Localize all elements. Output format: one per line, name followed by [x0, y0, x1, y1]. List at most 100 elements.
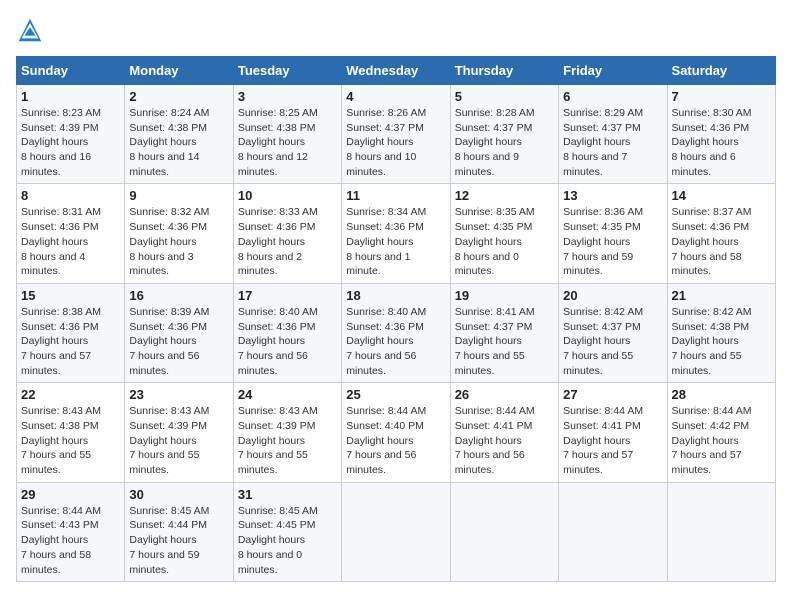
day-detail: Sunrise: 8:45 AMSunset: 4:44 PMDaylight … [129, 505, 209, 576]
day-number: 25 [346, 387, 445, 402]
day-number: 2 [129, 89, 228, 104]
day-detail: Sunrise: 8:40 AMSunset: 4:36 PMDaylight … [238, 306, 318, 377]
day-detail: Sunrise: 8:44 AMSunset: 4:41 PMDaylight … [563, 405, 643, 476]
calendar-cell: 1 Sunrise: 8:23 AMSunset: 4:39 PMDayligh… [17, 85, 125, 184]
calendar-cell [450, 482, 558, 581]
calendar-cell: 14 Sunrise: 8:37 AMSunset: 4:36 PMDaylig… [667, 184, 775, 283]
calendar-cell: 12 Sunrise: 8:35 AMSunset: 4:35 PMDaylig… [450, 184, 558, 283]
day-number: 7 [672, 89, 771, 104]
day-number: 19 [455, 288, 554, 303]
day-detail: Sunrise: 8:45 AMSunset: 4:45 PMDaylight … [238, 505, 318, 576]
day-number: 20 [563, 288, 662, 303]
calendar-cell: 18 Sunrise: 8:40 AMSunset: 4:36 PMDaylig… [342, 283, 450, 382]
day-detail: Sunrise: 8:42 AMSunset: 4:38 PMDaylight … [672, 306, 752, 377]
calendar-cell: 31 Sunrise: 8:45 AMSunset: 4:45 PMDaylig… [233, 482, 341, 581]
day-detail: Sunrise: 8:42 AMSunset: 4:37 PMDaylight … [563, 306, 643, 377]
day-detail: Sunrise: 8:31 AMSunset: 4:36 PMDaylight … [21, 206, 101, 277]
day-number: 26 [455, 387, 554, 402]
weekday-header-monday: Monday [125, 57, 233, 85]
calendar-week-5: 29 Sunrise: 8:44 AMSunset: 4:43 PMDaylig… [17, 482, 776, 581]
calendar-table: SundayMondayTuesdayWednesdayThursdayFrid… [16, 56, 776, 582]
weekday-header-tuesday: Tuesday [233, 57, 341, 85]
day-detail: Sunrise: 8:33 AMSunset: 4:36 PMDaylight … [238, 206, 318, 277]
day-detail: Sunrise: 8:43 AMSunset: 4:39 PMDaylight … [129, 405, 209, 476]
day-detail: Sunrise: 8:28 AMSunset: 4:37 PMDaylight … [455, 107, 535, 178]
day-number: 23 [129, 387, 228, 402]
calendar-cell: 8 Sunrise: 8:31 AMSunset: 4:36 PMDayligh… [17, 184, 125, 283]
calendar-cell: 5 Sunrise: 8:28 AMSunset: 4:37 PMDayligh… [450, 85, 558, 184]
calendar-cell: 4 Sunrise: 8:26 AMSunset: 4:37 PMDayligh… [342, 85, 450, 184]
calendar-week-1: 1 Sunrise: 8:23 AMSunset: 4:39 PMDayligh… [17, 85, 776, 184]
weekday-header-friday: Friday [559, 57, 667, 85]
day-number: 14 [672, 188, 771, 203]
day-number: 3 [238, 89, 337, 104]
calendar-cell: 17 Sunrise: 8:40 AMSunset: 4:36 PMDaylig… [233, 283, 341, 382]
day-number: 29 [21, 487, 120, 502]
day-number: 28 [672, 387, 771, 402]
day-number: 4 [346, 89, 445, 104]
day-detail: Sunrise: 8:23 AMSunset: 4:39 PMDaylight … [21, 107, 101, 178]
calendar-cell: 19 Sunrise: 8:41 AMSunset: 4:37 PMDaylig… [450, 283, 558, 382]
day-number: 27 [563, 387, 662, 402]
day-detail: Sunrise: 8:39 AMSunset: 4:36 PMDaylight … [129, 306, 209, 377]
day-detail: Sunrise: 8:35 AMSunset: 4:35 PMDaylight … [455, 206, 535, 277]
calendar-cell: 7 Sunrise: 8:30 AMSunset: 4:36 PMDayligh… [667, 85, 775, 184]
day-number: 11 [346, 188, 445, 203]
weekday-header-sunday: Sunday [17, 57, 125, 85]
day-detail: Sunrise: 8:26 AMSunset: 4:37 PMDaylight … [346, 107, 426, 178]
day-number: 15 [21, 288, 120, 303]
day-detail: Sunrise: 8:34 AMSunset: 4:36 PMDaylight … [346, 206, 426, 277]
calendar-cell: 15 Sunrise: 8:38 AMSunset: 4:36 PMDaylig… [17, 283, 125, 382]
calendar-cell: 11 Sunrise: 8:34 AMSunset: 4:36 PMDaylig… [342, 184, 450, 283]
day-detail: Sunrise: 8:25 AMSunset: 4:38 PMDaylight … [238, 107, 318, 178]
calendar-cell: 24 Sunrise: 8:43 AMSunset: 4:39 PMDaylig… [233, 383, 341, 482]
calendar-cell [342, 482, 450, 581]
day-detail: Sunrise: 8:41 AMSunset: 4:37 PMDaylight … [455, 306, 535, 377]
calendar-cell: 20 Sunrise: 8:42 AMSunset: 4:37 PMDaylig… [559, 283, 667, 382]
day-detail: Sunrise: 8:44 AMSunset: 4:41 PMDaylight … [455, 405, 535, 476]
day-number: 31 [238, 487, 337, 502]
logo [16, 16, 48, 44]
weekday-header-row: SundayMondayTuesdayWednesdayThursdayFrid… [17, 57, 776, 85]
calendar-cell: 3 Sunrise: 8:25 AMSunset: 4:38 PMDayligh… [233, 85, 341, 184]
calendar-cell: 30 Sunrise: 8:45 AMSunset: 4:44 PMDaylig… [125, 482, 233, 581]
day-detail: Sunrise: 8:37 AMSunset: 4:36 PMDaylight … [672, 206, 752, 277]
day-detail: Sunrise: 8:43 AMSunset: 4:38 PMDaylight … [21, 405, 101, 476]
day-detail: Sunrise: 8:40 AMSunset: 4:36 PMDaylight … [346, 306, 426, 377]
day-number: 18 [346, 288, 445, 303]
calendar-cell [667, 482, 775, 581]
day-number: 12 [455, 188, 554, 203]
day-detail: Sunrise: 8:29 AMSunset: 4:37 PMDaylight … [563, 107, 643, 178]
day-number: 10 [238, 188, 337, 203]
calendar-week-4: 22 Sunrise: 8:43 AMSunset: 4:38 PMDaylig… [17, 383, 776, 482]
calendar-cell: 28 Sunrise: 8:44 AMSunset: 4:42 PMDaylig… [667, 383, 775, 482]
day-number: 6 [563, 89, 662, 104]
calendar-cell: 25 Sunrise: 8:44 AMSunset: 4:40 PMDaylig… [342, 383, 450, 482]
day-detail: Sunrise: 8:38 AMSunset: 4:36 PMDaylight … [21, 306, 101, 377]
day-detail: Sunrise: 8:32 AMSunset: 4:36 PMDaylight … [129, 206, 209, 277]
day-number: 16 [129, 288, 228, 303]
calendar-cell: 16 Sunrise: 8:39 AMSunset: 4:36 PMDaylig… [125, 283, 233, 382]
day-number: 1 [21, 89, 120, 104]
day-detail: Sunrise: 8:43 AMSunset: 4:39 PMDaylight … [238, 405, 318, 476]
calendar-cell: 27 Sunrise: 8:44 AMSunset: 4:41 PMDaylig… [559, 383, 667, 482]
calendar-cell: 13 Sunrise: 8:36 AMSunset: 4:35 PMDaylig… [559, 184, 667, 283]
calendar-cell: 6 Sunrise: 8:29 AMSunset: 4:37 PMDayligh… [559, 85, 667, 184]
calendar-cell [559, 482, 667, 581]
weekday-header-saturday: Saturday [667, 57, 775, 85]
day-number: 13 [563, 188, 662, 203]
weekday-header-wednesday: Wednesday [342, 57, 450, 85]
calendar-cell: 2 Sunrise: 8:24 AMSunset: 4:38 PMDayligh… [125, 85, 233, 184]
day-number: 30 [129, 487, 228, 502]
calendar-week-2: 8 Sunrise: 8:31 AMSunset: 4:36 PMDayligh… [17, 184, 776, 283]
day-number: 21 [672, 288, 771, 303]
calendar-cell: 23 Sunrise: 8:43 AMSunset: 4:39 PMDaylig… [125, 383, 233, 482]
calendar-cell: 9 Sunrise: 8:32 AMSunset: 4:36 PMDayligh… [125, 184, 233, 283]
day-detail: Sunrise: 8:36 AMSunset: 4:35 PMDaylight … [563, 206, 643, 277]
day-detail: Sunrise: 8:30 AMSunset: 4:36 PMDaylight … [672, 107, 752, 178]
day-number: 8 [21, 188, 120, 203]
calendar-cell: 26 Sunrise: 8:44 AMSunset: 4:41 PMDaylig… [450, 383, 558, 482]
day-number: 22 [21, 387, 120, 402]
page-header [16, 16, 776, 44]
day-detail: Sunrise: 8:24 AMSunset: 4:38 PMDaylight … [129, 107, 209, 178]
